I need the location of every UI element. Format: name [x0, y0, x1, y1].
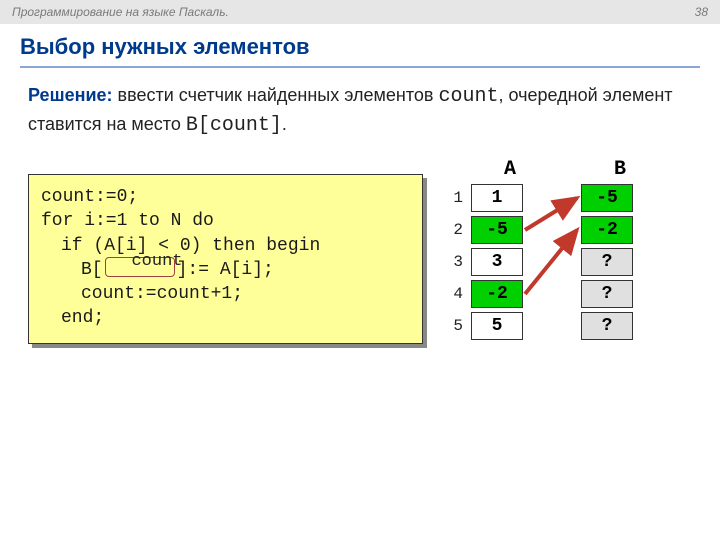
array-b-cell: -5 [581, 184, 633, 212]
array-a-cell: -5 [471, 216, 523, 244]
title-divider [20, 66, 700, 68]
arrow-icon [523, 216, 581, 296]
solution-label: Решение: [28, 85, 113, 105]
code-line: if (A[i] < 0) then begin [41, 234, 410, 258]
blank-answer-label: count [127, 253, 187, 270]
row-index: 2 [447, 221, 471, 239]
array-gap [523, 312, 581, 340]
header-bar: Программирование на языке Паскаль. 38 [0, 0, 720, 24]
row-index: 3 [447, 253, 471, 271]
array-b-cell: ? [581, 312, 633, 340]
array-a-cell: 1 [471, 184, 523, 212]
array-gap [523, 280, 581, 308]
row-index: 4 [447, 285, 471, 303]
arrays-diagram: A B 11-52-5-233?4-2?55? [447, 158, 692, 341]
array-row: 55? [447, 311, 692, 341]
array-a-label: A [485, 158, 535, 181]
code-line: count:=count+1; [41, 282, 410, 306]
code-line: for i:=1 to N do [41, 209, 410, 233]
array-row: 4-2? [447, 279, 692, 309]
array-a-cell: 3 [471, 248, 523, 276]
array-b-label: B [595, 158, 645, 181]
row-index: 1 [447, 189, 471, 207]
course-name: Программирование на языке Паскаль. [12, 5, 229, 19]
code-block: count:=0; for i:=1 to N do if (A[i] < 0)… [28, 174, 423, 344]
array-a-cell: 5 [471, 312, 523, 340]
page-title: Выбор нужных элементов [0, 24, 720, 66]
array-b-cell: ? [581, 248, 633, 276]
array-b-cell: -2 [581, 216, 633, 244]
code-line: end; [41, 306, 410, 330]
solution-text: Решение: ввести счетчик найденных элемен… [0, 82, 720, 158]
row-index: 5 [447, 317, 471, 335]
code-line: count:=0; [41, 185, 410, 209]
array-a-cell: -2 [471, 280, 523, 308]
array-b-cell: ? [581, 280, 633, 308]
page-number: 38 [695, 5, 708, 19]
